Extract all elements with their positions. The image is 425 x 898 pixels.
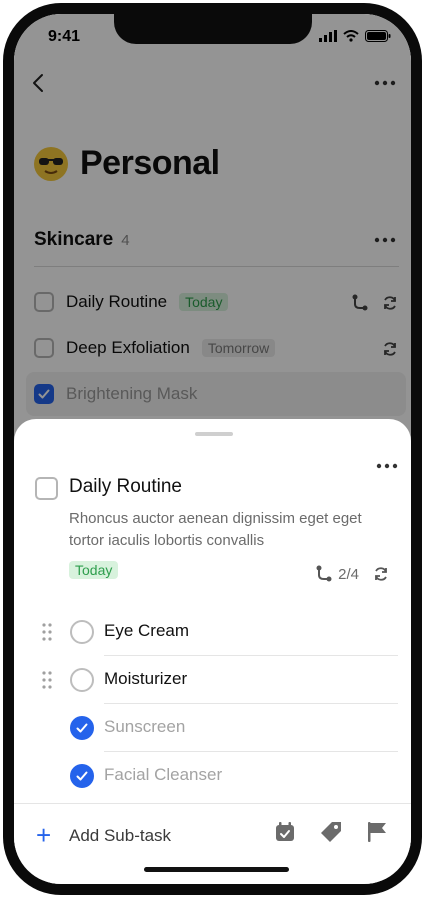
subtask-row[interactable]: Moisturizer xyxy=(34,656,399,704)
sheet-task-checkbox[interactable] xyxy=(35,477,58,500)
add-subtask-label: Add Sub-task xyxy=(69,826,172,845)
subtask-checkbox-checked[interactable] xyxy=(70,764,94,788)
subtask-label: Sunscreen xyxy=(104,717,186,736)
phone-frame: 9:41 Personal Skincare 4 Daily Routine T… xyxy=(3,3,422,895)
repeat-icon[interactable] xyxy=(373,566,389,582)
drag-handle-icon[interactable] xyxy=(42,671,52,689)
sheet-bottom-divider xyxy=(14,803,411,804)
drag-handle-icon[interactable] xyxy=(42,623,52,641)
subtask-row[interactable]: Sunscreen xyxy=(34,704,399,752)
sheet-toolbar: + Add Sub-task xyxy=(14,814,411,858)
toolbar-icons xyxy=(273,820,389,844)
calendar-icon[interactable] xyxy=(273,820,297,844)
sheet-more-icon[interactable] xyxy=(376,463,398,469)
subtask-progress-text: 2/4 xyxy=(338,565,359,583)
subtask-row[interactable]: Facial Cleanser xyxy=(34,752,399,800)
sheet-task-title[interactable]: Daily Routine xyxy=(69,476,182,498)
sheet-due-tag[interactable]: Today xyxy=(69,561,119,579)
subtask-checkbox[interactable] xyxy=(70,668,94,692)
subtask-label: Eye Cream xyxy=(104,621,190,640)
home-indicator[interactable] xyxy=(144,867,289,872)
flag-icon[interactable] xyxy=(365,820,389,844)
checkmark-icon xyxy=(76,771,88,781)
subtask-branch-icon xyxy=(316,565,332,582)
subtask-checkbox-checked[interactable] xyxy=(70,716,94,740)
subtask-label: Facial Cleanser xyxy=(104,765,223,784)
tag-icon[interactable] xyxy=(319,820,343,844)
subtask-checkbox[interactable] xyxy=(70,620,94,644)
sheet-drag-handle[interactable] xyxy=(195,432,233,436)
sheet-task-description[interactable]: Rhoncus auctor aenean dignissim eget ege… xyxy=(69,508,399,552)
checkmark-icon xyxy=(76,723,88,733)
task-detail-sheet: Daily Routine Rhoncus auctor aenean dign… xyxy=(14,419,411,884)
subtask-label: Moisturizer xyxy=(104,669,188,688)
plus-icon: + xyxy=(36,820,52,850)
screen: 9:41 Personal Skincare 4 Daily Routine T… xyxy=(14,14,411,884)
subtask-progress: 2/4 xyxy=(316,565,389,583)
subtask-row[interactable]: Eye Cream xyxy=(34,608,399,656)
notch xyxy=(114,14,312,44)
